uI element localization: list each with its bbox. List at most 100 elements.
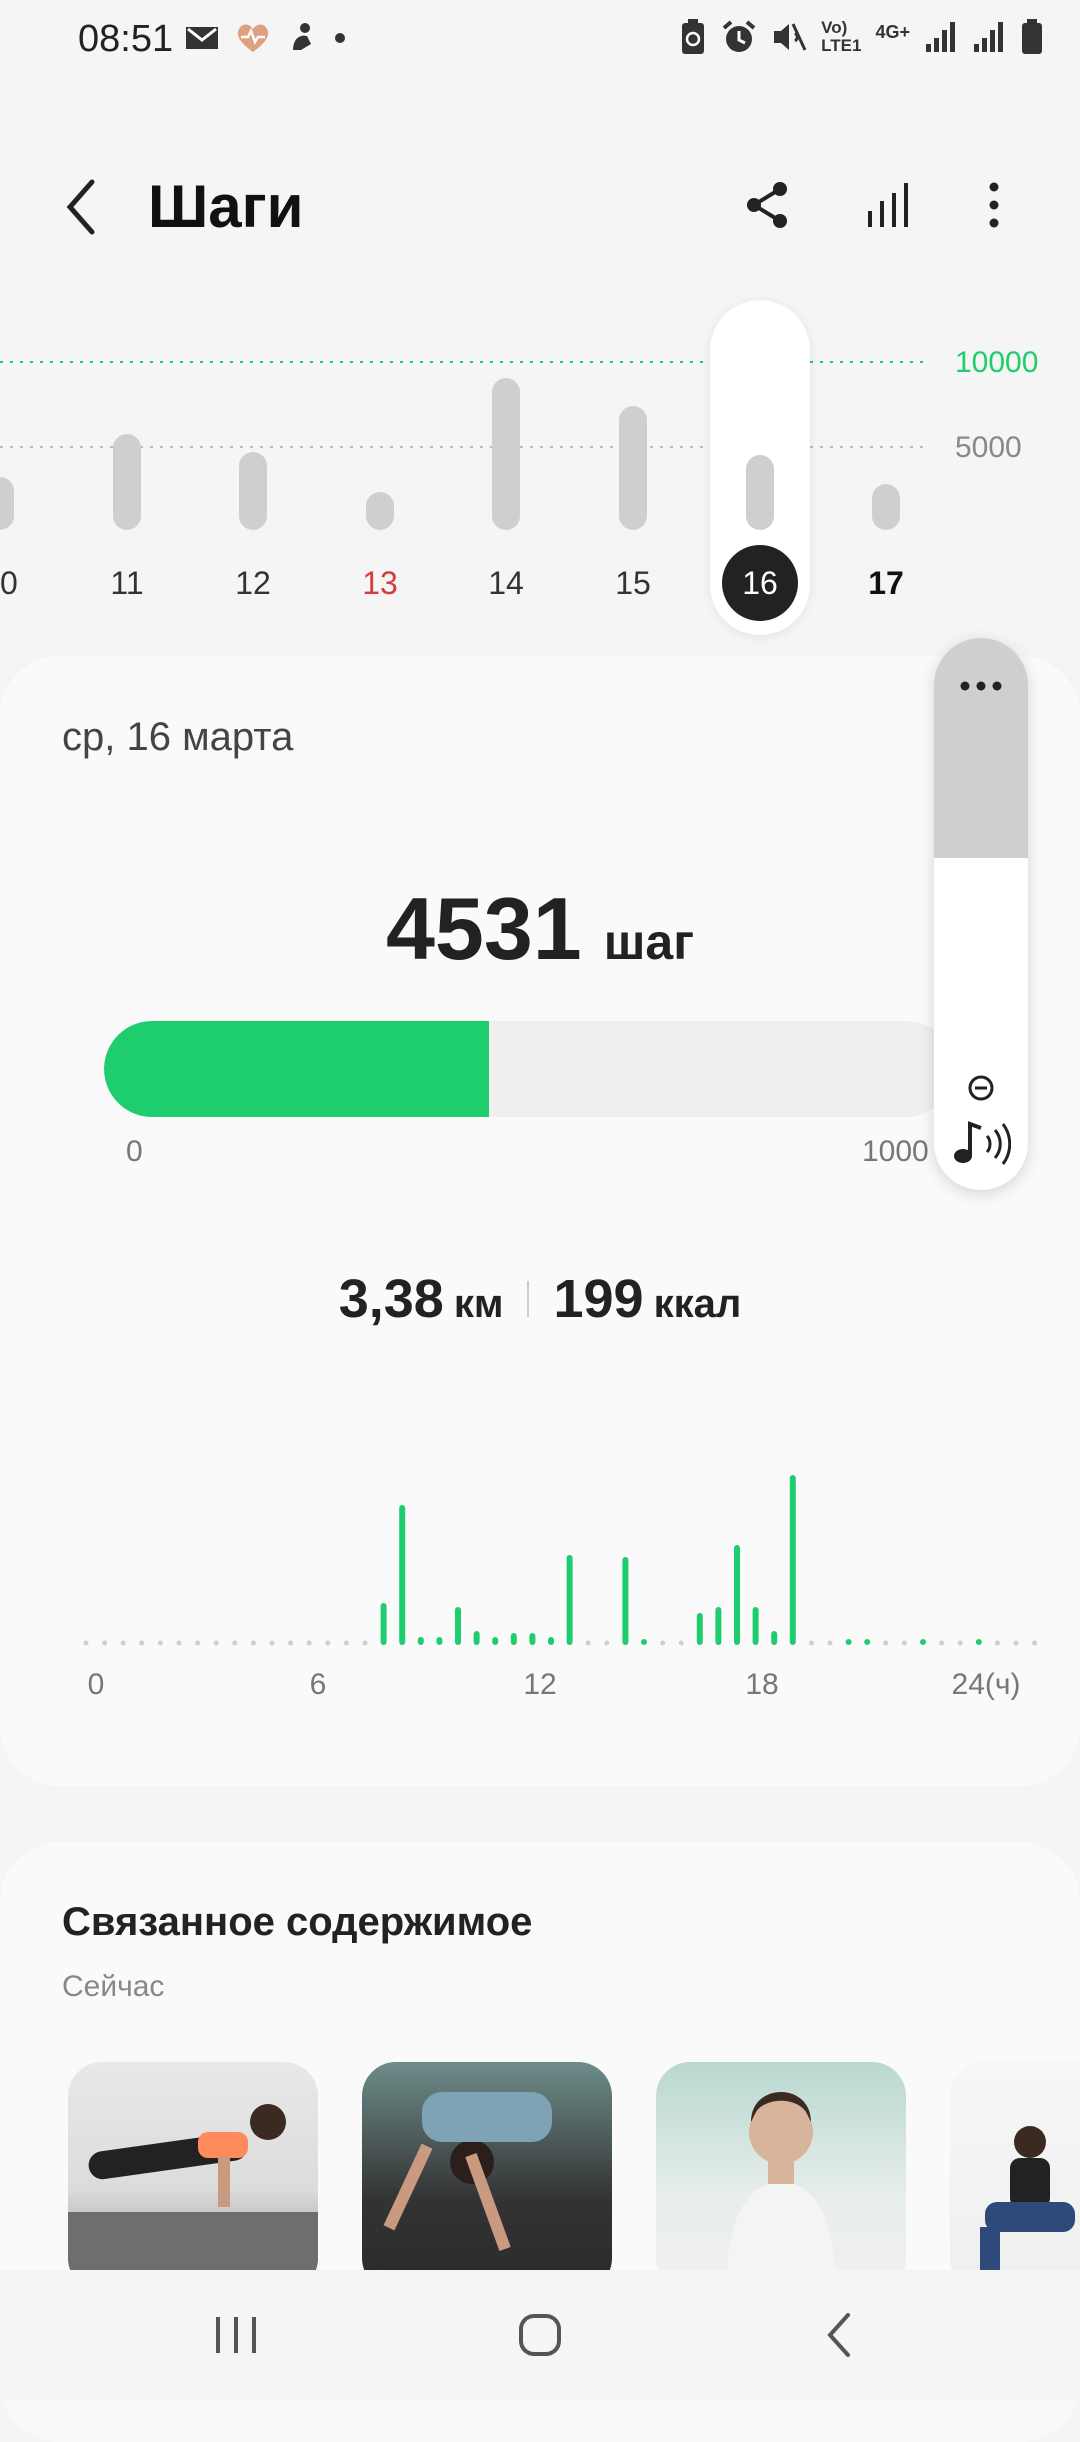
hourly-bar (436, 1637, 443, 1645)
goal-label: 10000 (955, 346, 1039, 379)
hourly-empty-dot (1032, 1640, 1038, 1646)
hourly-tick-label: 24(ч) (951, 1668, 1021, 1701)
hourly-empty-dot (901, 1640, 907, 1646)
week-day-label-14[interactable]: 14 (466, 565, 546, 602)
distance-value: 3,38 (338, 1269, 444, 1329)
hourly-bar (492, 1637, 499, 1645)
home-icon (519, 2314, 561, 2356)
steps-unit: шаг (603, 914, 695, 970)
hourly-empty-dot (176, 1640, 182, 1646)
hourly-empty-dot (250, 1640, 256, 1646)
hourly-bar (696, 1613, 703, 1645)
related-item-plank[interactable] (68, 2062, 318, 2292)
hourly-bar (641, 1639, 647, 1645)
hourly-bar (715, 1607, 722, 1645)
hourly-empty-dot (269, 1640, 275, 1646)
hourly-empty-dot (343, 1640, 349, 1646)
week-bar-14[interactable] (492, 378, 520, 530)
week-bar-17[interactable] (872, 483, 900, 530)
hourly-empty-dot (325, 1640, 331, 1646)
hourly-empty-dot (883, 1640, 889, 1646)
week-chart: 10000 5000 10 11 12 13 14 15 16 17 (0, 0, 1080, 650)
recent-apps-button[interactable] (196, 2305, 276, 2365)
week-bar-10[interactable] (0, 477, 14, 530)
hourly-empty-dot (808, 1640, 814, 1646)
hourly-chart (83, 1475, 1038, 1646)
progress-max-label: 1000 (862, 1135, 929, 1168)
hourly-bar (510, 1633, 517, 1645)
steps-progress-fill (104, 1021, 490, 1117)
volume-slider-fill[interactable] (934, 638, 1028, 858)
hourly-bar (399, 1505, 406, 1645)
volume-minus-button[interactable] (966, 1073, 996, 1103)
hourly-bar (789, 1475, 796, 1645)
minus-circle-icon (968, 1075, 994, 1101)
week-day-label-11[interactable]: 11 (87, 565, 167, 602)
steps-count: 4531 шаг (0, 878, 1080, 980)
day-date: ср, 16 марта (62, 715, 294, 759)
related-title: Связанное содержимое (62, 1900, 533, 1944)
hourly-empty-dot (120, 1640, 126, 1646)
week-bar-12[interactable] (239, 452, 267, 530)
hourly-bar (566, 1555, 573, 1645)
mid-label: 5000 (955, 431, 1022, 464)
hourly-empty-dot (939, 1640, 945, 1646)
week-bar-13[interactable] (366, 492, 394, 530)
distance-unit: км (453, 1282, 504, 1326)
calories-stat: 199 ккал (553, 1268, 741, 1330)
plank-image-icon (68, 2104, 318, 2292)
related-item-pushup[interactable] (362, 2062, 612, 2292)
stats-row: 3,38 км 199 ккал (0, 1268, 1080, 1330)
related-item-yoga[interactable] (656, 2062, 906, 2292)
hourly-empty-dot (139, 1640, 145, 1646)
hourly-bar (455, 1607, 461, 1645)
hourly-bar (473, 1631, 480, 1645)
related-item-squat[interactable] (950, 2062, 1080, 2292)
hourly-empty-dot (604, 1640, 610, 1646)
week-day-label-17[interactable]: 17 (846, 565, 926, 602)
hourly-empty-dot (362, 1640, 368, 1646)
hourly-bar (622, 1557, 629, 1645)
hourly-bar (975, 1639, 982, 1645)
hourly-bar (417, 1637, 424, 1645)
hourly-empty-dot (994, 1640, 1000, 1646)
hourly-empty-dot (288, 1640, 294, 1646)
week-bar-16[interactable] (746, 455, 774, 530)
nav-back-button[interactable] (800, 2305, 880, 2365)
hourly-empty-dot (83, 1640, 89, 1646)
hourly-bar (752, 1607, 759, 1645)
calories-unit: ккал (653, 1282, 742, 1326)
hourly-tick-label: 18 (745, 1668, 779, 1701)
hourly-empty-dot (678, 1640, 684, 1646)
week-day-label-16[interactable]: 16 (722, 545, 798, 621)
distance-stat: 3,38 км (339, 1268, 504, 1330)
week-day-label-13[interactable]: 13 (340, 565, 420, 602)
hourly-bar (864, 1639, 871, 1645)
week-bar-15[interactable] (619, 406, 647, 530)
steps-progress-bar (104, 1021, 954, 1117)
music-note-icon (954, 1121, 1012, 1165)
hourly-bar (771, 1631, 778, 1645)
hourly-bar (380, 1603, 387, 1645)
more-horiz-icon (960, 681, 1002, 691)
related-subtitle: Сейчас (62, 1970, 165, 2003)
nav-back-icon (827, 2313, 850, 2357)
hourly-empty-dot (232, 1640, 238, 1646)
home-button[interactable] (500, 2305, 580, 2365)
hourly-empty-dot (827, 1640, 833, 1646)
hourly-tick-label: 0 (87, 1668, 105, 1701)
hourly-empty-dot (213, 1640, 219, 1646)
hourly-empty-dot (195, 1640, 201, 1646)
week-day-label-10[interactable]: 10 (0, 565, 40, 602)
week-day-label-12[interactable]: 12 (213, 565, 293, 602)
stats-divider (527, 1281, 530, 1317)
week-bar-11[interactable] (113, 434, 141, 530)
yoga-image-icon (726, 2092, 836, 2292)
media-volume-button[interactable] (951, 1118, 1012, 1168)
calories-value: 199 (553, 1269, 644, 1329)
hourly-bar (920, 1639, 926, 1645)
squat-image-icon (980, 2126, 1075, 2287)
week-chart-grid (0, 361, 925, 448)
volume-more-button[interactable] (951, 674, 1011, 698)
week-day-label-15[interactable]: 15 (593, 565, 673, 602)
